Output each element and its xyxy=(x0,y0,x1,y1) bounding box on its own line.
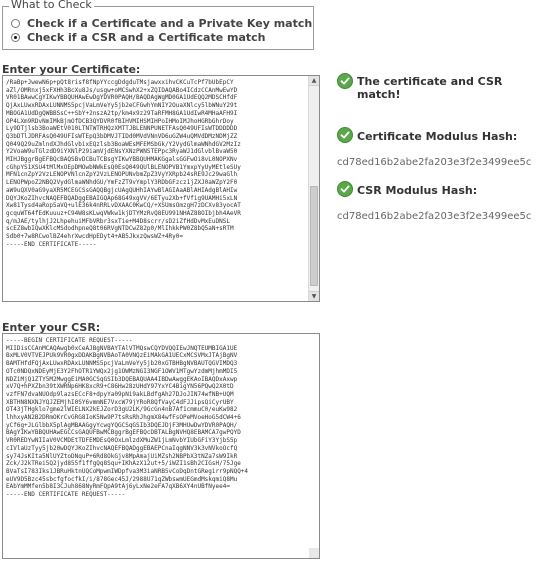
option-csr-cert-label[interactable]: Check if a CSR and a Certificate match xyxy=(27,31,266,44)
option-cert-key[interactable]: Check if a Certificate and a Private Key… xyxy=(11,16,312,30)
scroll-up-arrow-icon[interactable]: ▲ xyxy=(309,76,319,86)
certificate-textarea[interactable]: /RaBp+JwewN6p+pQt8risf8fNpYYccgDdgduTMsj… xyxy=(2,75,320,302)
certificate-hash-value: cd78ed16b2abe2fa203e3f2e3499ee5c xyxy=(337,157,532,168)
option-cert-key-label[interactable]: Check if a Certificate and a Private Key… xyxy=(27,17,312,30)
radio-csr-cert[interactable] xyxy=(11,32,20,42)
resize-grip-icon[interactable] xyxy=(309,548,319,558)
csr-textarea[interactable]: -----BEGIN CERTIFICATE REQUEST----- MIID… xyxy=(2,333,320,559)
match-result-title: The certificate and CSR match! xyxy=(357,75,503,101)
csr-hash-value: cd78ed16b2abe2fa203e3f2e3499ee5c xyxy=(337,211,532,222)
green-check-icon xyxy=(337,181,353,197)
scroll-thumb[interactable] xyxy=(310,186,318,286)
option-csr-cert[interactable]: Check if a CSR and a Certificate match xyxy=(11,30,266,44)
csr-hash-label: CSR Modulus Hash: xyxy=(357,184,478,197)
certificate-text[interactable]: /RaBp+JwewN6p+pQt8risf8fNpYYccgDdgduTMsj… xyxy=(6,79,307,298)
green-check-icon xyxy=(337,73,353,89)
certificate-scrollbar[interactable]: ▲ ▼ xyxy=(308,76,319,301)
certificate-hash-label: Certificate Modulus Hash: xyxy=(357,130,518,143)
scroll-down-arrow-icon[interactable]: ▼ xyxy=(309,291,319,301)
radio-cert-key[interactable] xyxy=(11,18,20,28)
green-check-icon xyxy=(337,127,353,143)
csr-text[interactable]: -----BEGIN CERTIFICATE REQUEST----- MIID… xyxy=(6,337,307,555)
check-mode-legend: What to Check xyxy=(9,0,94,11)
check-mode-group: What to Check Check if a Certificate and… xyxy=(2,0,314,50)
